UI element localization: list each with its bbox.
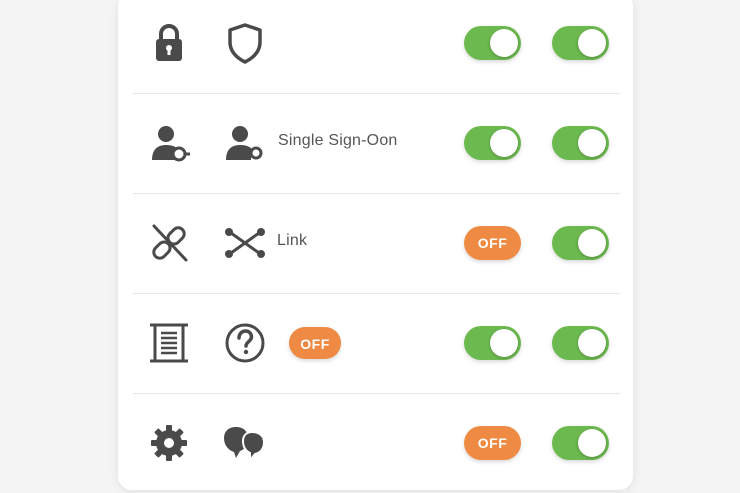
row-label-link: Link — [277, 232, 308, 249]
padlock-icon — [146, 20, 192, 66]
toggle-switch[interactable]: OFF — [289, 327, 341, 359]
row-label-single-sign-on: Single Sign-Oon — [278, 132, 398, 149]
setting-row-link: Link OFF — [118, 194, 633, 293]
shield-icon — [222, 20, 268, 66]
toggle-switch[interactable] — [552, 126, 609, 160]
question-circle-icon — [222, 320, 268, 366]
toggle-switch[interactable] — [464, 126, 521, 160]
user-key-icon — [146, 120, 192, 166]
toggle-switch[interactable]: OFF — [464, 426, 521, 460]
setting-row-single-sign-on: Single Sign-Oon — [118, 94, 633, 193]
setting-row-settings: OFF — [118, 394, 633, 493]
gear-icon — [146, 420, 192, 466]
toggle-switch[interactable]: OFF — [464, 226, 521, 260]
setting-row-document: OFF — [118, 294, 633, 393]
toggle-switch[interactable] — [464, 26, 521, 60]
toggle-switch[interactable] — [552, 326, 609, 360]
toggle-switch[interactable] — [464, 326, 521, 360]
document-scroll-icon — [146, 320, 192, 366]
toggle-switch[interactable] — [552, 426, 609, 460]
toggle-switch[interactable] — [552, 226, 609, 260]
user-key-icon — [222, 120, 268, 166]
broken-link-icon — [146, 220, 192, 266]
chat-bubbles-icon — [222, 420, 268, 466]
toggle-switch[interactable] — [552, 26, 609, 60]
nodes-link-icon — [222, 220, 268, 266]
setting-row-security — [118, 0, 633, 93]
